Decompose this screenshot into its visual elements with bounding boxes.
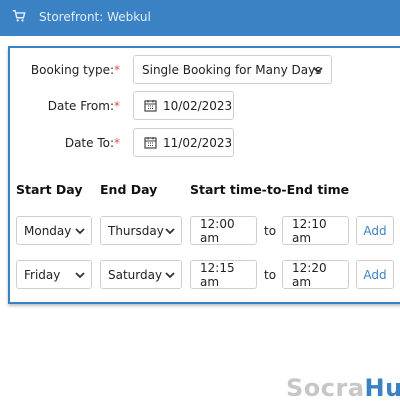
date-from-label-text: Date From: <box>47 99 114 113</box>
date-from-value: 10/02/2023 <box>163 98 233 113</box>
to-label: to <box>264 224 277 238</box>
top-bar: Storefront: Webkul <box>0 0 400 36</box>
booking-type-label-text: Booking type: <box>30 63 114 77</box>
booking-type-select[interactable]: Single Booking for Many Days <box>133 55 332 84</box>
date-from-label: Date From:* <box>10 99 120 113</box>
end-day-value: Saturday <box>108 267 163 282</box>
date-to-label: Date To:* <box>10 136 120 150</box>
end-day-select[interactable]: Saturday <box>100 260 182 289</box>
end-day-value: Thursday <box>108 223 164 238</box>
chevron-down-icon <box>313 67 323 74</box>
start-time-input[interactable]: 12:00 am <box>190 216 257 245</box>
date-from-input[interactable]: 10/02/2023 <box>133 91 234 120</box>
end-time-value: 12:10 am <box>292 216 327 245</box>
start-day-select[interactable]: Monday <box>16 216 92 245</box>
end-time-value: 12:20 am <box>292 260 327 289</box>
required-marker: * <box>114 63 120 77</box>
watermark-part-1: Socra <box>286 374 365 402</box>
start-time-value: 12:15 am <box>200 260 235 289</box>
required-marker: * <box>114 136 120 150</box>
end-time-input[interactable]: 12:20 am <box>282 260 349 289</box>
booking-type-label: Booking type:* <box>10 63 120 77</box>
watermark-part-2: Hub <box>364 374 400 402</box>
chevron-down-icon <box>75 228 85 235</box>
start-day-value: Friday <box>24 267 61 282</box>
booking-panel: Booking type:* Single Booking for Many D… <box>8 46 400 304</box>
start-day-header: Start Day <box>16 182 83 197</box>
booking-type-value: Single Booking for Many Days <box>142 62 322 77</box>
watermark-logo: SocraHub <box>286 374 400 402</box>
chevron-down-icon <box>165 228 175 235</box>
end-time-input[interactable]: 12:10 am <box>282 216 349 245</box>
chevron-down-icon <box>165 272 175 279</box>
add-button[interactable]: Add <box>356 260 394 289</box>
date-to-input[interactable]: 11/02/2023 <box>133 128 234 157</box>
required-marker: * <box>114 99 120 113</box>
end-day-select[interactable]: Thursday <box>100 216 182 245</box>
date-to-value: 11/02/2023 <box>163 135 233 150</box>
date-to-label-text: Date To: <box>64 136 114 150</box>
start-time-input[interactable]: 12:15 am <box>190 260 257 289</box>
time-header: Start time-to-End time <box>190 182 350 197</box>
add-button[interactable]: Add <box>356 216 394 245</box>
start-time-value: 12:00 am <box>200 216 235 245</box>
start-day-select[interactable]: Friday <box>16 260 92 289</box>
start-day-value: Monday <box>24 223 72 238</box>
calendar-icon <box>144 100 157 112</box>
calendar-icon <box>144 137 157 149</box>
cart-icon <box>12 10 26 22</box>
chevron-down-icon <box>75 272 85 279</box>
to-label: to <box>264 268 277 282</box>
storefront-title: Storefront: Webkul <box>39 10 151 24</box>
end-day-header: End Day <box>100 182 158 197</box>
